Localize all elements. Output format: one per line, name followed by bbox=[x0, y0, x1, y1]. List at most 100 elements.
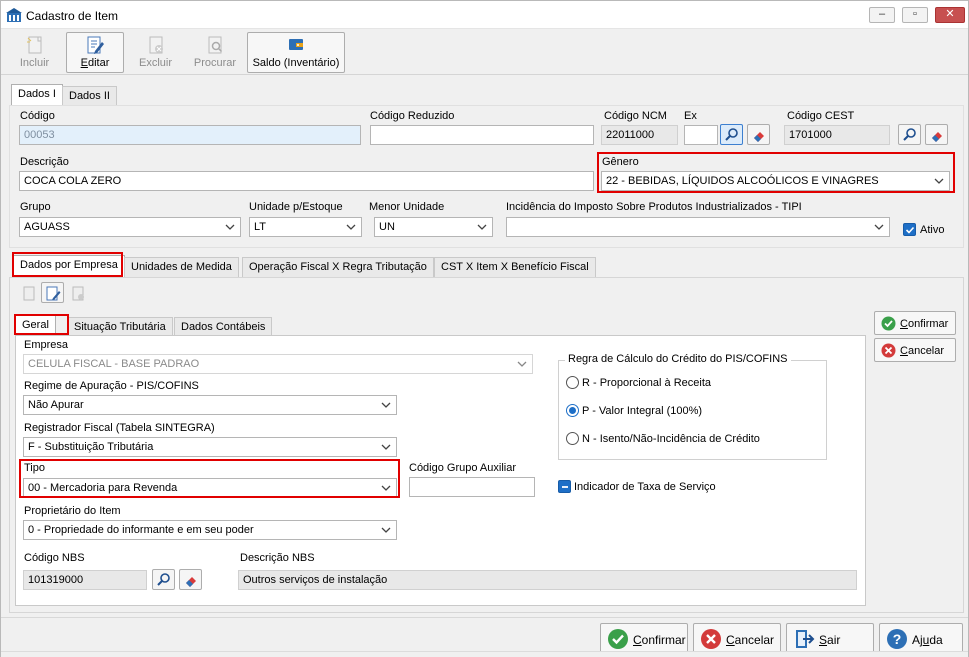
saldo-label: Saldo (Inventário) bbox=[252, 57, 340, 69]
tab-cst-item-beneficio[interactable]: CST X Item X Benefício Fiscal bbox=[434, 257, 596, 277]
regra-credito-title: Regra de Cálculo do Crédito do PIS/COFIN… bbox=[565, 353, 791, 365]
empresa-value: CELULA FISCAL - BASE PADRAO bbox=[28, 358, 200, 370]
empresa-select[interactable]: CELULA FISCAL - BASE PADRAO bbox=[23, 354, 533, 374]
genero-select[interactable]: 22 - BEBIDAS, LÍQUIDOS ALCOÓLICOS E VINA… bbox=[601, 171, 950, 191]
tipi-label: Incidência do Imposto Sobre Produtos Ind… bbox=[506, 201, 802, 213]
cest-input[interactable]: 1701000 bbox=[784, 125, 890, 145]
proprietario-value: 0 - Propriedade do informante e em seu p… bbox=[28, 524, 254, 536]
side-cancelar-label: Cancelar bbox=[900, 345, 945, 357]
indeterminate-icon bbox=[562, 486, 568, 488]
side-confirmar-button[interactable]: Confirmar bbox=[874, 311, 956, 335]
nbs-input[interactable]: 101319000 bbox=[23, 570, 147, 590]
tab-dados-i[interactable]: Dados I bbox=[11, 84, 63, 106]
indicador-taxa-checkbox[interactable] bbox=[558, 480, 571, 493]
regra-r-radio[interactable] bbox=[566, 376, 579, 389]
grupo-value: AGUASS bbox=[24, 221, 70, 233]
tab-operacao-fiscal[interactable]: Operação Fiscal X Regra Tributação bbox=[242, 257, 434, 277]
empresa-delete-button[interactable] bbox=[66, 282, 89, 303]
cest-label: Código CEST bbox=[787, 110, 855, 122]
procurar-label: Procurar bbox=[193, 57, 237, 69]
bottom-separator bbox=[1, 617, 968, 618]
registrador-label: Registrador Fiscal (Tabela SINTEGRA) bbox=[24, 422, 215, 434]
descricao-input[interactable]: COCA COLA ZERO bbox=[19, 171, 594, 191]
ncm-clear-button[interactable] bbox=[747, 124, 770, 145]
proprietario-label: Proprietário do Item bbox=[24, 505, 121, 517]
chevron-down-icon bbox=[345, 221, 357, 233]
new-document-icon bbox=[26, 36, 41, 54]
grupo-select[interactable]: AGUASS bbox=[19, 217, 241, 237]
side-cancelar-button[interactable]: Cancelar bbox=[874, 338, 956, 362]
ex-input[interactable] bbox=[684, 125, 718, 145]
codigo-reduzido-label: Código Reduzido bbox=[370, 110, 455, 122]
tab-situacao-tributaria[interactable]: Situação Tributária bbox=[67, 317, 173, 337]
tab-unidades-de-medida[interactable]: Unidades de Medida bbox=[124, 257, 239, 277]
title-bar: Cadastro de Item – ▫ ✕ bbox=[1, 1, 968, 29]
check-circle-icon bbox=[881, 316, 896, 331]
ncm-search-button[interactable] bbox=[720, 124, 743, 145]
tipi-select[interactable] bbox=[506, 217, 890, 237]
confirmar-button[interactable]: Confirmar bbox=[600, 623, 688, 653]
cest-clear-button[interactable] bbox=[925, 124, 948, 145]
check-icon bbox=[905, 226, 915, 234]
exit-door-icon bbox=[796, 630, 815, 648]
close-button[interactable]: ✕ bbox=[935, 7, 965, 23]
cancel-circle-icon bbox=[701, 629, 721, 649]
ncm-input[interactable]: 22011000 bbox=[601, 125, 678, 145]
status-bar bbox=[1, 651, 968, 657]
check-circle-icon bbox=[608, 629, 628, 649]
empresa-edit-button[interactable] bbox=[41, 282, 64, 303]
search-icon bbox=[725, 128, 738, 141]
chevron-down-icon bbox=[380, 399, 392, 411]
excluir-button[interactable]: Excluir bbox=[128, 32, 183, 73]
procurar-button[interactable]: Procurar bbox=[187, 32, 243, 73]
nbs-clear-button[interactable] bbox=[179, 569, 202, 590]
incluir-button[interactable]: Incluir bbox=[7, 32, 62, 73]
tab-geral[interactable]: Geral bbox=[15, 315, 56, 337]
unidade-estoque-select[interactable]: LT bbox=[249, 217, 362, 237]
search-icon bbox=[157, 573, 170, 586]
unidade-estoque-value: LT bbox=[254, 221, 267, 233]
eraser-icon bbox=[186, 577, 196, 587]
regime-select[interactable]: Não Apurar bbox=[23, 395, 397, 415]
chevron-down-icon bbox=[224, 221, 236, 233]
help-icon: ? bbox=[887, 629, 907, 649]
descricao-nbs-input[interactable]: Outros serviços de instalação bbox=[238, 570, 857, 590]
tipo-label: Tipo bbox=[24, 462, 45, 474]
codigo-input[interactable]: 00053 bbox=[19, 125, 361, 145]
empresa-label: Empresa bbox=[24, 339, 69, 351]
registrador-value: F - Substituição Tributária bbox=[28, 441, 154, 453]
sair-button[interactable]: Sair bbox=[786, 623, 874, 653]
genero-value: 22 - BEBIDAS, LÍQUIDOS ALCOÓLICOS E VINA… bbox=[606, 175, 879, 187]
minimize-button[interactable]: – bbox=[869, 7, 895, 23]
menor-unidade-select[interactable]: UN bbox=[374, 217, 493, 237]
proprietario-select[interactable]: 0 - Propriedade do informante e em seu p… bbox=[23, 520, 397, 540]
regra-n-radio[interactable] bbox=[566, 432, 579, 445]
codigo-reduzido-input[interactable] bbox=[370, 125, 594, 145]
ajuda-button[interactable]: ? Ajuda bbox=[879, 623, 963, 653]
regra-p-label: P - Valor Integral (100%) bbox=[582, 405, 703, 417]
saldo-inventario-button[interactable]: Saldo (Inventário) bbox=[247, 32, 345, 73]
grupo-auxiliar-input[interactable] bbox=[409, 477, 535, 497]
edit-icon bbox=[87, 36, 104, 54]
ajuda-label: Ajuda bbox=[912, 633, 943, 647]
toolbar: Incluir Editar Excluir Procurar Saldo (I… bbox=[1, 29, 968, 75]
tipo-select[interactable]: 00 - Mercadoria para Revenda bbox=[23, 478, 397, 498]
tab-dados-ii[interactable]: Dados II bbox=[62, 86, 117, 106]
ncm-label: Código NCM bbox=[604, 110, 667, 122]
regra-p-radio[interactable] bbox=[566, 404, 579, 417]
tab-dados-por-empresa[interactable]: Dados por Empresa bbox=[13, 255, 125, 277]
empresa-new-button[interactable] bbox=[17, 282, 40, 303]
confirmar-label: Confirmar bbox=[633, 633, 686, 647]
genero-label: Gênero bbox=[602, 156, 639, 168]
nbs-label: Código NBS bbox=[24, 552, 85, 564]
eraser-icon bbox=[932, 132, 942, 142]
maximize-button[interactable]: ▫ bbox=[902, 7, 928, 23]
nbs-search-button[interactable] bbox=[152, 569, 175, 590]
cancelar-button[interactable]: Cancelar bbox=[693, 623, 781, 653]
cest-search-button[interactable] bbox=[898, 124, 921, 145]
ativo-checkbox[interactable] bbox=[903, 223, 916, 236]
regime-label: Regime de Apuração - PIS/COFINS bbox=[24, 380, 199, 392]
registrador-select[interactable]: F - Substituição Tributária bbox=[23, 437, 397, 457]
tab-dados-contabeis[interactable]: Dados Contábeis bbox=[174, 317, 273, 337]
editar-button[interactable]: Editar bbox=[66, 32, 124, 73]
